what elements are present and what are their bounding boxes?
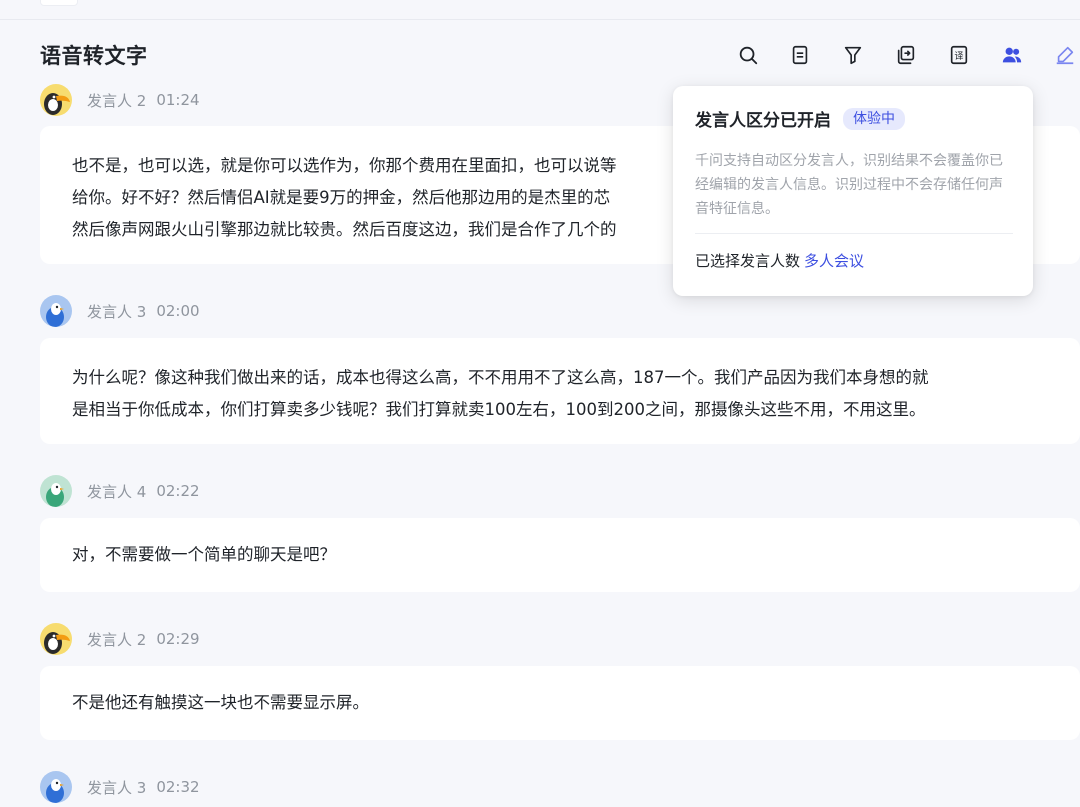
timestamp[interactable]: 01:24 [156, 91, 199, 109]
document-icon[interactable] [787, 42, 813, 68]
toucan-avatar[interactable] [40, 84, 72, 116]
transcript-line: 是相当于你低成本，你们打算卖多少钱呢？我们打算就卖100左右，100到200之间… [72, 400, 926, 419]
timestamp[interactable]: 02:29 [156, 630, 199, 648]
bird-green-avatar[interactable] [40, 475, 72, 507]
speaker-header: 发言人 4 02:22 [40, 475, 200, 507]
speaker-header: 发言人 3 02:00 [40, 295, 200, 327]
timestamp[interactable]: 02:00 [156, 302, 199, 320]
export-icon[interactable] [893, 42, 919, 68]
previous-panel-edge [40, 0, 78, 6]
timestamp[interactable]: 02:22 [156, 482, 199, 500]
popup-title: 发言人区分已开启 [695, 111, 831, 131]
speaker-diarization-popup: 发言人区分已开启 体验中 千问支持自动区分发言人，识别结果不会覆盖你已经编辑的发… [673, 86, 1033, 296]
speaker-name[interactable]: 发言人 3 [87, 301, 146, 322]
page-title: 语音转文字 [40, 44, 148, 68]
speaker-count-row: 已选择发言人数 多人会议 [695, 250, 1011, 271]
top-strip [0, 0, 1080, 20]
bird-blue-avatar[interactable] [40, 771, 72, 803]
speaker-header: 发言人 3 02:32 [40, 771, 200, 803]
transcript-text: 为什么呢？像这种我们做出来的话，成本也得这么高，不不用用不了这么高，187一个。… [40, 338, 1080, 444]
speaker-name[interactable]: 发言人 3 [87, 777, 146, 798]
toucan-avatar[interactable] [40, 623, 72, 655]
speakers-icon[interactable] [999, 42, 1025, 68]
edit-icon[interactable] [1052, 42, 1078, 68]
speaker-header: 发言人 2 02:29 [40, 623, 200, 655]
transcript-text: 对，不需要做一个简单的聊天是吧？ [40, 518, 1080, 592]
speaker-name[interactable]: 发言人 4 [87, 481, 146, 502]
svg-text:译: 译 [954, 51, 963, 62]
speaker-count-label: 已选择发言人数 [695, 252, 801, 270]
popup-header: 发言人区分已开启 体验中 [695, 106, 1011, 131]
speaker-name[interactable]: 发言人 2 [87, 90, 146, 111]
transcript-line: 为什么呢？像这种我们做出来的话，成本也得这么高，不不用用不了这么高，187一个。… [72, 368, 929, 387]
translate-icon[interactable]: 译 [946, 42, 972, 68]
meeting-type-link[interactable]: 多人会议 [804, 252, 864, 270]
transcript-line: 不是他还有触摸这一块也不需要显示屏。 [72, 693, 369, 712]
beta-badge: 体验中 [843, 107, 905, 130]
divider [695, 233, 1013, 234]
popup-description: 千问支持自动区分发言人，识别结果不会覆盖你已经编辑的发言人信息。识别过程中不会存… [695, 153, 1003, 217]
bird-blue-avatar[interactable] [40, 295, 72, 327]
transcript-line: 对，不需要做一个简单的聊天是吧？ [72, 545, 336, 564]
transcript-text: 不是他还有触摸这一块也不需要显示屏。 [40, 666, 1080, 740]
filter-icon[interactable] [840, 42, 866, 68]
speaker-name[interactable]: 发言人 2 [87, 629, 146, 650]
speaker-header: 发言人 2 01:24 [40, 84, 200, 116]
timestamp[interactable]: 02:32 [156, 778, 199, 796]
search-icon[interactable] [735, 42, 761, 68]
